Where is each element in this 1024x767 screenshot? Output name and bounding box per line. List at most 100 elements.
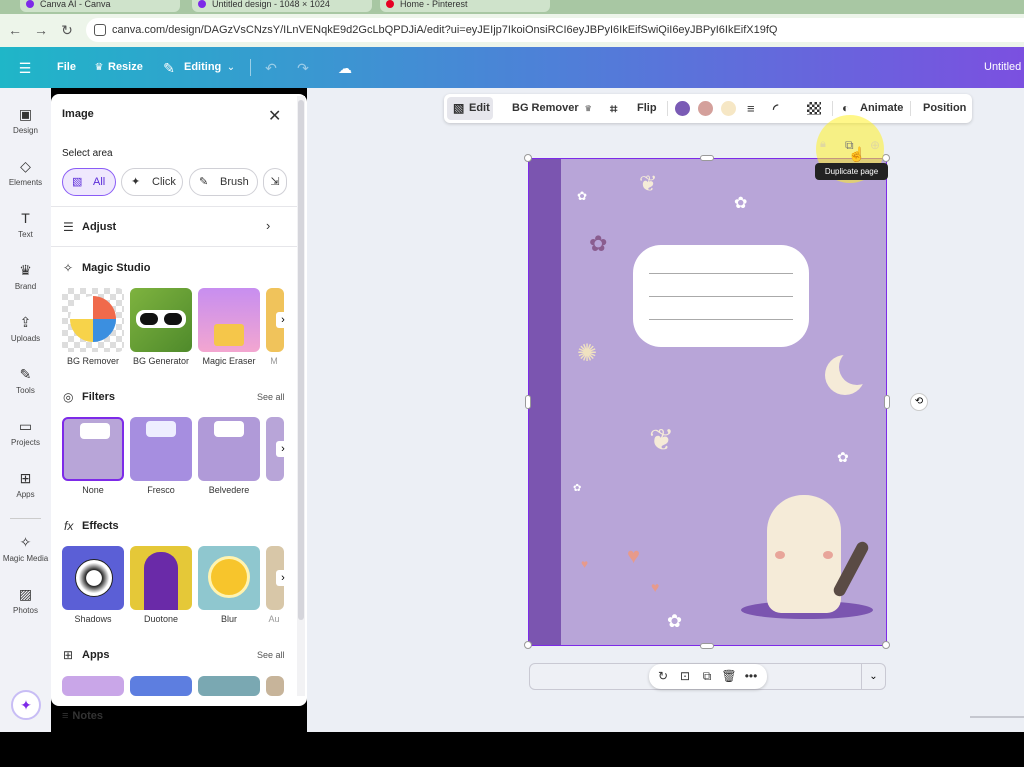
filter-fresco-thumbnail[interactable]	[130, 417, 192, 481]
magic-eraser-thumbnail[interactable]	[198, 288, 260, 352]
corner-rounding-icon[interactable]: ◜	[773, 94, 778, 123]
cloud-saved-icon[interactable]: ☁	[336, 59, 354, 77]
more-options-icon[interactable]: •••	[743, 668, 759, 684]
rail-item-photos[interactable]: ▨ Photos	[0, 586, 51, 615]
reload-icon[interactable]: ↻	[58, 21, 76, 39]
scroll-right-icon[interactable]: ›	[276, 441, 290, 457]
lock-icon[interactable]: ⊡	[677, 668, 693, 684]
chevron-down-icon[interactable]: ⌄	[861, 664, 885, 689]
bg-remover-button[interactable]: BG Remover ♛	[512, 94, 592, 123]
close-icon[interactable]: ✕	[268, 106, 281, 126]
document-title[interactable]: Untitled	[984, 47, 1021, 88]
filter-none-thumbnail[interactable]	[62, 417, 124, 481]
apps-see-all-link[interactable]: See all	[257, 650, 285, 660]
color-swatch[interactable]	[675, 101, 690, 116]
rail-item-text[interactable]: T Text	[0, 210, 51, 239]
scroll-right-icon[interactable]: ›	[276, 312, 290, 328]
color-swatch[interactable]	[721, 101, 736, 116]
lock-icon[interactable]: 🔒︎	[820, 138, 826, 151]
rail-item-projects[interactable]: ▭ Projects	[0, 418, 51, 447]
rail-item-design[interactable]: ▣ Design	[0, 106, 51, 135]
filter-belvedere-thumbnail[interactable]	[198, 417, 260, 481]
effect-blur-thumbnail[interactable]	[198, 546, 260, 610]
browser-tab[interactable]: Canva AI - Canva	[20, 0, 180, 12]
notes-button[interactable]: ≡ Notes	[62, 710, 103, 722]
bg-remover-label: BG Remover	[66, 356, 119, 366]
hand-cursor-icon: ☝	[848, 146, 866, 162]
magic-more-label: M	[270, 356, 278, 366]
edit-image-button[interactable]: ▧ Edit	[447, 97, 493, 120]
rail-item-tools[interactable]: ✎ Tools	[0, 366, 51, 395]
effect-duotone-thumbnail[interactable]	[130, 546, 192, 610]
comment-add-icon[interactable]: ↻	[655, 668, 671, 684]
url-input[interactable]: canva.com/design/DAGzVsCNzsY/ILnVENqkE9d…	[86, 18, 1024, 42]
select-more-button[interactable]: ⇲	[263, 168, 287, 196]
duplicate-icon[interactable]: ⧉	[699, 668, 715, 684]
sunglasses-lens	[140, 313, 158, 325]
bg-generator-thumbnail[interactable]	[130, 288, 192, 352]
magic-assistant-button[interactable]: ✦	[11, 690, 41, 720]
resize-handle[interactable]	[524, 154, 532, 162]
resize-handle[interactable]	[882, 641, 890, 649]
flip-button[interactable]: Flip	[637, 94, 657, 123]
toolbar-divider	[910, 101, 911, 116]
crop-icon[interactable]: ⌗	[610, 94, 617, 123]
adjust-button[interactable]: Adjust	[82, 221, 116, 233]
undo-icon[interactable]: ↶	[262, 59, 280, 77]
resize-handle[interactable]	[524, 641, 532, 649]
resize-handle[interactable]	[884, 395, 890, 409]
magic-media-icon: ✧	[19, 534, 32, 550]
tab-label: Canva AI - Canva	[40, 0, 111, 9]
zoom-slider-track[interactable]	[970, 716, 1024, 718]
scroll-right-icon[interactable]: ›	[276, 570, 290, 586]
resize-handle[interactable]	[525, 395, 531, 409]
add-page-icon[interactable]: ⊕	[870, 138, 880, 152]
rail-item-brand[interactable]: ♛ Brand	[0, 262, 51, 291]
heart-icon: ♥	[651, 579, 660, 595]
effect-shadows-thumbnail[interactable]	[62, 546, 124, 610]
filters-see-all-link[interactable]: See all	[257, 392, 285, 402]
browser-tab[interactable]: Home - Pinterest	[380, 0, 550, 12]
chevron-down-icon[interactable]: ⌄	[222, 59, 240, 77]
elements-icon: ◇	[20, 158, 31, 174]
rail-item-elements[interactable]: ◇ Elements	[0, 158, 51, 187]
flower-icon: ✿	[734, 195, 748, 212]
redo-icon[interactable]: ↷	[294, 59, 312, 77]
rotate-icon[interactable]: ⟲	[910, 393, 928, 411]
rail-item-uploads[interactable]: ⇪ Uploads	[0, 314, 51, 343]
left-side-rail: ▣ Design ◇ Elements T Text ♛ Brand ⇪ Uploads …	[0, 88, 51, 732]
app-thumbnail[interactable]	[266, 676, 284, 696]
label-preview	[146, 421, 176, 437]
trash-icon[interactable]: 🗑︎	[721, 668, 737, 684]
app-thumbnail[interactable]	[198, 676, 260, 696]
filter-belvedere-label: Belvedere	[208, 485, 250, 495]
flower-icon: ✿	[667, 611, 683, 631]
transparency-icon[interactable]	[807, 102, 821, 115]
select-brush-button[interactable]: ✎ Brush	[189, 168, 258, 196]
position-button[interactable]: Position	[923, 94, 966, 123]
chevron-right-icon[interactable]: ›	[266, 218, 270, 233]
file-menu-button[interactable]: File	[57, 47, 76, 88]
rail-item-magic-media[interactable]: ✧ Magic Media	[0, 534, 51, 563]
resize-handle[interactable]	[700, 643, 714, 649]
menu-icon[interactable]: ☰	[16, 59, 34, 77]
border-style-icon[interactable]: ≡	[747, 94, 755, 123]
color-swatch[interactable]	[698, 101, 713, 116]
rail-item-apps[interactable]: ⊞ Apps	[0, 470, 51, 499]
app-thumbnail[interactable]	[130, 676, 192, 696]
editing-mode-button[interactable]: Editing	[184, 47, 221, 88]
select-all-button[interactable]: ▧ All	[62, 168, 116, 196]
filter-fresco-label: Fresco	[147, 485, 175, 495]
back-icon[interactable]: ←	[6, 21, 24, 39]
select-click-button[interactable]: ✦ Click	[121, 168, 183, 196]
resize-handle[interactable]	[700, 155, 714, 161]
site-info-icon[interactable]	[94, 24, 106, 36]
design-page[interactable]: ✿ ✿ ✿ ✿ ✿ ✿ ❦ ❦ ✺ ♥ ♥ ♥	[528, 158, 887, 646]
browser-tab-active[interactable]: Untitled design - 1048 × 1024	[192, 0, 372, 12]
soccer-ball-image	[75, 559, 113, 597]
panel-scrollbar[interactable]	[298, 100, 304, 620]
resize-button[interactable]: Resize	[108, 47, 143, 88]
app-thumbnail[interactable]	[62, 676, 124, 696]
bg-remover-thumbnail[interactable]	[62, 288, 124, 352]
forward-icon[interactable]: →	[32, 21, 50, 39]
